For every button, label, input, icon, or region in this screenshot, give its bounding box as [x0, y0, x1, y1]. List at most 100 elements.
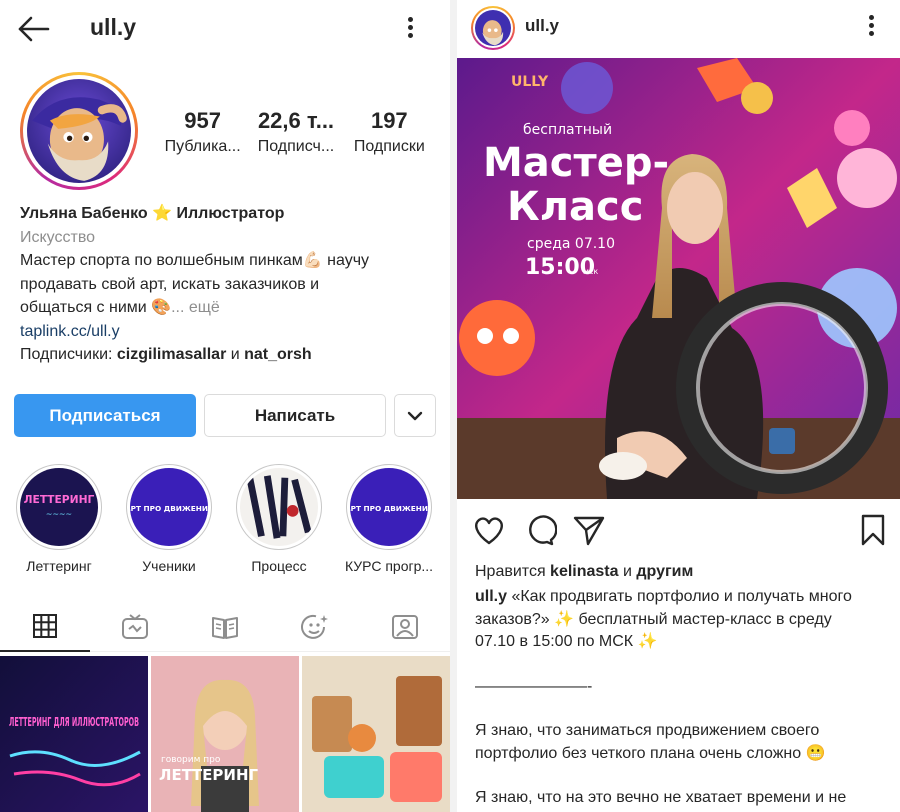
- highlight-item[interactable]: Процесс: [234, 464, 324, 574]
- avatar-illustration: [27, 79, 131, 183]
- profile-avatar[interactable]: [20, 72, 138, 190]
- back-button[interactable]: [14, 14, 54, 44]
- profile-category: Искусство: [20, 228, 96, 246]
- tv-icon: [122, 614, 148, 639]
- profile-bio: Ульяна Бабенко ⭐ Иллюстратор Искусство М…: [20, 202, 440, 367]
- heart-icon: [475, 517, 503, 545]
- book-icon: [212, 617, 238, 639]
- post-thumbnail: говорим про ЛЕТТЕРИНГ: [151, 656, 299, 812]
- caption-line: Я знаю, что заниматься продвижением свое…: [475, 722, 820, 739]
- highlight-art-text: АРТ ПРО ДВИЖЕНИЕ: [350, 504, 428, 513]
- share-button[interactable]: [571, 512, 607, 548]
- post-thumbnail: ЛЕТТЕРИНГ ДЛЯ ИЛЛЮСТРАТОРОВ: [0, 656, 148, 812]
- bio-line: продавать свой арт, искать заказчиков и: [20, 275, 320, 293]
- caption-text: «Как продвигать портфолио и получать мно…: [507, 588, 852, 605]
- bio-line: общаться с ними 🎨... ещё: [20, 296, 440, 320]
- highlight-item[interactable]: ЛЕТТЕРИНГ ~~~~ Леттеринг: [14, 464, 104, 574]
- grid-post[interactable]: [302, 656, 450, 812]
- story-highlights: ЛЕТТЕРИНГ ~~~~ Леттеринг АРТ ПРО ДВИЖЕНИ…: [14, 464, 450, 576]
- likes-and: и: [618, 563, 637, 580]
- like-button[interactable]: [471, 512, 507, 548]
- caption-line: ———————-: [475, 677, 593, 695]
- highlight-label: Процесс: [251, 558, 307, 574]
- highlight-label: Ученики: [142, 558, 196, 574]
- follow-button[interactable]: Подписаться: [14, 394, 196, 437]
- profile-website-link[interactable]: taplink.cc/ull.y: [20, 320, 440, 344]
- bookmark-icon: [861, 514, 885, 546]
- image-brand-text: ULLY: [511, 74, 549, 90]
- suggested-dropdown-button[interactable]: [394, 394, 436, 437]
- stat-followers[interactable]: 22,6 т... Подписч...: [249, 108, 342, 156]
- svg-text:~~~~: ~~~~: [46, 510, 72, 519]
- tagged-person-icon: [392, 615, 418, 639]
- panel-divider: [450, 0, 457, 812]
- post-image[interactable]: ULLY бесплатный Мастер- Класс среда 07.1…: [457, 58, 900, 499]
- caption-author-link[interactable]: ull.y: [475, 588, 507, 605]
- grid-icon: [33, 614, 57, 638]
- thumbnail-text: ЛЕТТЕРИНГ: [159, 766, 259, 784]
- stat-following[interactable]: 197 Подписки: [343, 108, 436, 156]
- highlight-label: Леттеринг: [26, 558, 92, 574]
- more-vertical-icon: [398, 17, 422, 38]
- thumbnail-text: говорим про: [161, 755, 221, 765]
- more-options-button[interactable]: [398, 14, 422, 44]
- post-thumbnail: [302, 656, 450, 812]
- image-free-text: бесплатный: [523, 122, 612, 138]
- more-vertical-icon: [859, 15, 883, 36]
- highlight-item[interactable]: АРТ ПРО ДВИЖЕНИЕ КУРС прогр...: [344, 464, 434, 574]
- caption-line: заказов?» ✨ бесплатный мастер-класс в ср…: [475, 610, 832, 628]
- followed-by-and: и: [226, 346, 245, 363]
- followers-count: 22,6 т...: [257, 108, 335, 133]
- tab-tagged[interactable]: [360, 602, 450, 652]
- image-title-line1: Мастер-: [483, 140, 669, 186]
- profile-screen: ull.y 957 Публика... 22,6 т... Подписч..…: [0, 0, 450, 812]
- followed-by: Подписчики: cizgilimasallar и nat_orsh: [20, 343, 440, 367]
- following-count: 197: [370, 108, 408, 133]
- thumbnail-text: ЛЕТТЕРИНГ ДЛЯ ИЛЛЮСТРАТОРОВ: [9, 715, 139, 729]
- post-photo: ULLY бесплатный Мастер- Класс среда 07.1…: [457, 58, 900, 499]
- likes-others-link[interactable]: другим: [636, 563, 693, 580]
- profile-stats: 957 Публика... 22,6 т... Подписч... 197 …: [156, 108, 436, 156]
- grid-post[interactable]: ЛЕТТЕРИНГ ДЛЯ ИЛЛЮСТРАТОРОВ: [0, 656, 148, 812]
- bio-text: общаться с ними 🎨: [20, 299, 172, 316]
- comment-icon: [529, 515, 558, 546]
- bio-more-link[interactable]: ... ещё: [171, 299, 220, 316]
- follower-link[interactable]: nat_orsh: [244, 346, 312, 363]
- comment-button[interactable]: [521, 512, 558, 548]
- post-author-username[interactable]: ull.y: [525, 16, 559, 36]
- profile-name: Ульяна Бабенко ⭐ Иллюстратор: [20, 205, 285, 222]
- bio-line: Мастер спорта по волшебным пинкам💪🏻 науч…: [20, 252, 370, 269]
- post-header: ull.y: [457, 0, 900, 56]
- posts-label: Публика...: [164, 138, 241, 155]
- image-timezone-text: мск: [583, 267, 598, 276]
- likes-prefix: Нравится: [475, 563, 551, 580]
- profile-tabs: [0, 602, 450, 652]
- follower-link[interactable]: cizgilimasallar: [117, 346, 226, 363]
- post-options-button[interactable]: [859, 12, 883, 42]
- save-button[interactable]: [855, 512, 891, 548]
- following-label: Подписки: [353, 138, 425, 155]
- tab-igtv[interactable]: [90, 602, 180, 652]
- grid-post[interactable]: говорим про ЛЕТТЕРИНГ: [151, 656, 299, 812]
- highlight-art-text: АРТ ПРО ДВИЖЕНИЕ: [130, 504, 208, 513]
- highlight-label: КУРС прогр...: [344, 558, 434, 574]
- highlight-item[interactable]: АРТ ПРО ДВИЖЕНИЕ Ученики: [124, 464, 214, 574]
- stat-posts[interactable]: 957 Публика...: [156, 108, 249, 156]
- caption-line: ull.y «Как продвигать портфолио и получа…: [475, 586, 889, 609]
- image-title-line2: Класс: [507, 184, 643, 230]
- profile-top-bar: ull.y: [0, 0, 450, 58]
- effects-face-icon: [301, 614, 328, 639]
- post-screen: ull.y ULLY бесплатный Мастер- Класс сред…: [457, 0, 900, 812]
- message-button[interactable]: Написать: [204, 394, 386, 437]
- posts-count: 957: [184, 108, 222, 133]
- tab-effects[interactable]: [270, 602, 360, 652]
- liker-link[interactable]: kelinasta: [550, 563, 618, 580]
- post-author-avatar[interactable]: [471, 6, 515, 50]
- highlight-art-text: ЛЕТТЕРИНГ: [24, 493, 95, 506]
- highlight-cover: АРТ ПРО ДВИЖЕНИЕ: [130, 468, 208, 546]
- caption-line: Я знаю, что на это вечно не хватает врем…: [475, 789, 847, 806]
- likes-summary: Нравится kelinasta и другим: [475, 563, 693, 581]
- tab-guides[interactable]: [180, 602, 270, 652]
- tab-grid[interactable]: [0, 602, 90, 652]
- highlight-cover: АРТ ПРО ДВИЖЕНИЕ: [350, 468, 428, 546]
